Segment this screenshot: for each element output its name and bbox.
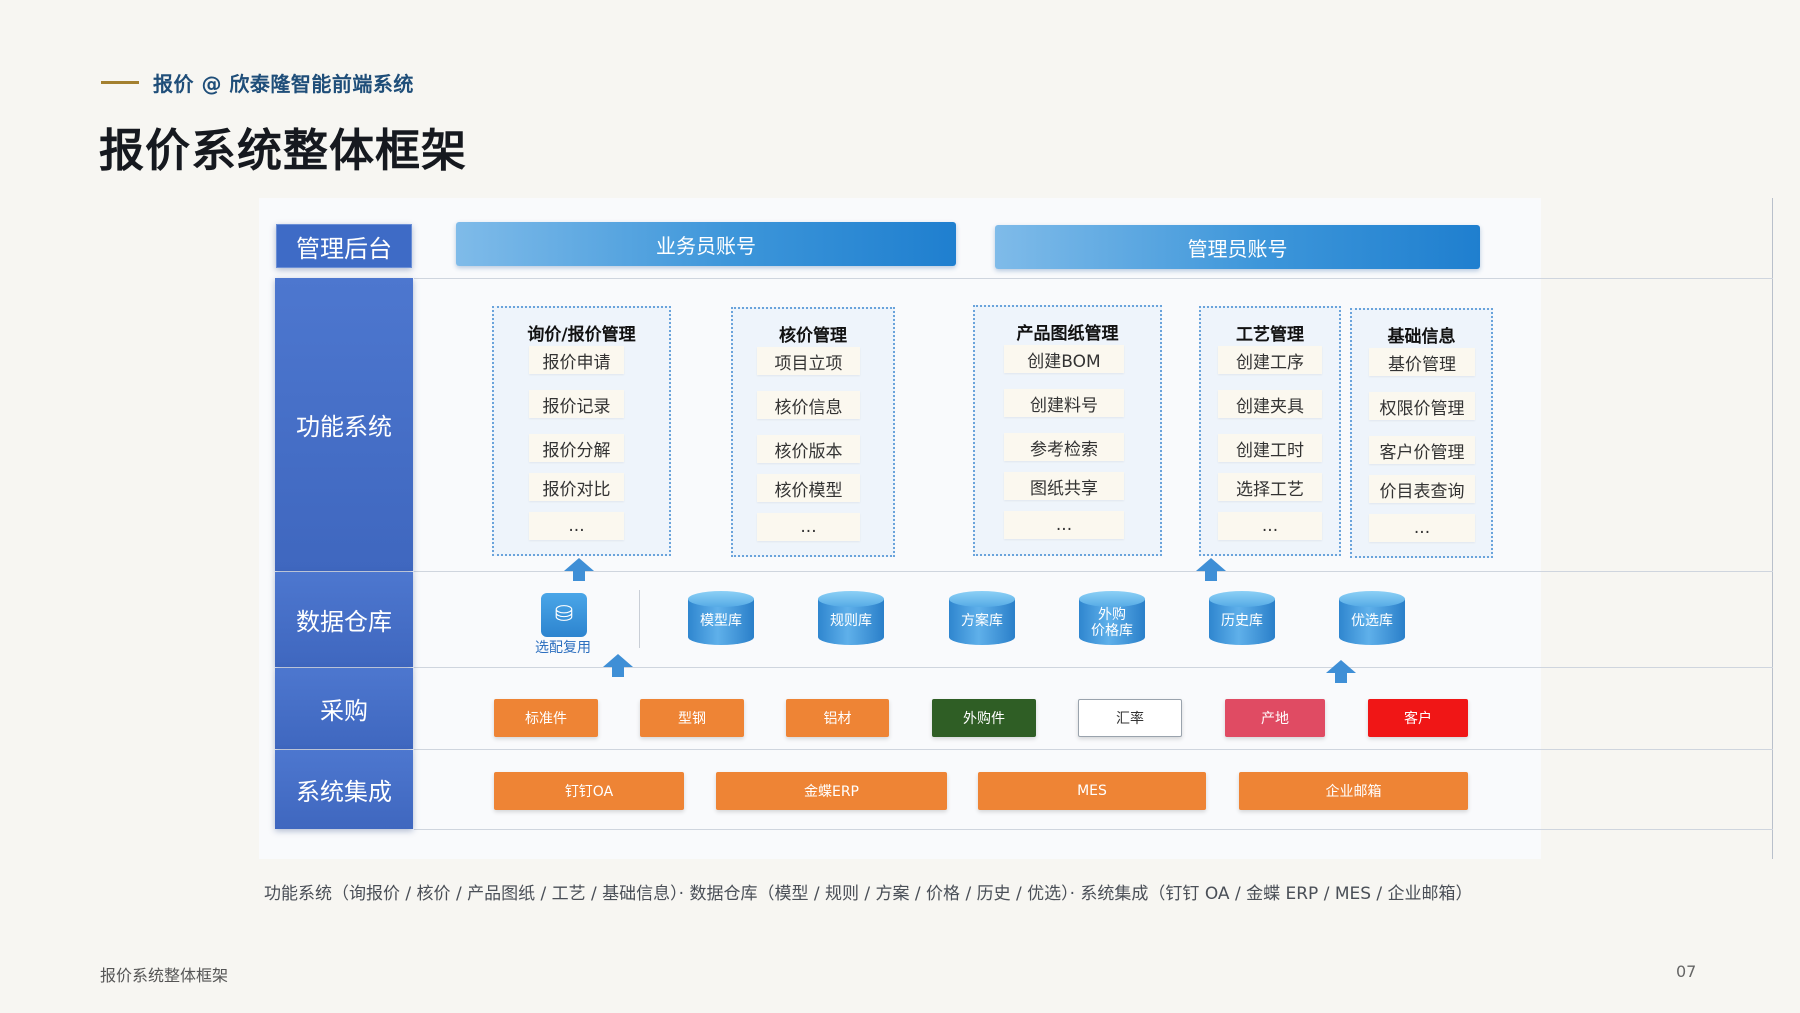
function-item: 报价对比 (529, 473, 624, 501)
database-label: 模型库 (700, 613, 742, 629)
warehouse-separator (639, 590, 640, 648)
function-item: 价目表查询 (1369, 475, 1475, 503)
function-item: 核价模型 (757, 474, 860, 502)
procurement-chip-customer: 客户 (1368, 699, 1468, 737)
database-label: 历史库 (1221, 613, 1263, 629)
function-item: ... (529, 512, 624, 540)
function-item: 报价记录 (529, 390, 624, 418)
reuse-caption: 选配复用 (535, 640, 591, 656)
database-cylinder: 历史库 (1209, 591, 1275, 651)
footer-title: 报价系统整体框架 (100, 966, 229, 985)
function-item: 项目立项 (757, 347, 860, 375)
layer-functions-label: 功能系统 (275, 278, 413, 571)
function-item: ... (1004, 511, 1124, 539)
group-title: 核价管理 (779, 326, 847, 346)
admin-account-bar: 管理员账号 (995, 225, 1480, 269)
database-cylinder: 模型库 (688, 591, 754, 651)
function-item: 图纸共享 (1004, 472, 1124, 500)
divider-line (414, 749, 1773, 750)
framework-diagram: 管理后台 功能系统 数据仓库 采购 系统集成 业务员账号 管理员账号 询价/报价… (259, 198, 1773, 859)
function-item: ... (1369, 514, 1475, 542)
group-quotation: 询价/报价管理 报价申请 报价记录 报价分解 报价对比 ... (492, 306, 671, 556)
database-label: 规则库 (830, 613, 872, 629)
eyebrow-text: 报价 @ 欣泰隆智能前端系统 (153, 72, 414, 96)
divider-line (414, 829, 1773, 830)
database-label: 优选库 (1351, 613, 1393, 629)
integration-email: 企业邮箱 (1239, 772, 1468, 810)
section-eyebrow: 报价 @ 欣泰隆智能前端系统 (101, 68, 414, 97)
integration-kingdee-erp: 金蝶ERP (716, 772, 947, 810)
procurement-chip-exchange-rate: 汇率 (1078, 699, 1182, 737)
page-title: 报价系统整体框架 (99, 124, 468, 177)
function-item: 创建夹具 (1218, 390, 1322, 418)
layer-admin-label: 管理后台 (276, 224, 412, 268)
function-item: 核价版本 (757, 435, 860, 463)
function-item: 创建BOM (1004, 345, 1124, 373)
function-item: 选择工艺 (1218, 473, 1322, 501)
layer-procurement-label: 采购 (275, 668, 413, 749)
function-item: 创建工序 (1218, 346, 1322, 374)
database-cylinder: 优选库 (1339, 591, 1405, 651)
database-label: 方案库 (961, 613, 1003, 629)
integration-dingtalk: 钉钉OA (494, 772, 684, 810)
procurement-chip-standard: 标准件 (494, 699, 598, 737)
group-drawings: 产品图纸管理 创建BOM 创建料号 参考检索 图纸共享 ... (973, 305, 1162, 556)
database-cylinder: 外购 价格库 (1079, 591, 1145, 651)
sales-account-bar: 业务员账号 (456, 222, 956, 266)
procurement-chip-steel: 型钢 (640, 699, 744, 737)
group-title: 询价/报价管理 (527, 325, 636, 345)
function-item: 核价信息 (757, 391, 860, 419)
group-costing: 核价管理 项目立项 核价信息 核价版本 核价模型 ... (731, 307, 895, 557)
function-item: 权限价管理 (1369, 392, 1475, 420)
group-basic-info: 基础信息 基价管理 权限价管理 客户价管理 价目表查询 ... (1350, 308, 1493, 558)
procurement-chip-aluminum: 铝材 (786, 699, 889, 737)
group-process: 工艺管理 创建工序 创建夹具 创建工时 选择工艺 ... (1199, 306, 1341, 556)
function-item: 创建料号 (1004, 389, 1124, 417)
group-title: 工艺管理 (1236, 325, 1304, 345)
page-number: 07 (1676, 962, 1697, 981)
function-item: 客户价管理 (1369, 436, 1475, 464)
layer-integration-label: 系统集成 (275, 750, 413, 829)
procurement-chip-purchased: 外购件 (932, 699, 1036, 737)
function-item: ... (1218, 512, 1322, 540)
database-cylinder: 规则库 (818, 591, 884, 651)
function-item: 创建工时 (1218, 434, 1322, 462)
procurement-chip-origin: 产地 (1225, 699, 1325, 737)
group-title: 基础信息 (1387, 327, 1456, 347)
divider-line (414, 278, 1773, 279)
function-item: ... (757, 513, 860, 541)
integration-mes: MES (978, 772, 1206, 810)
eyebrow-rule (101, 81, 139, 84)
database-reuse-icon: ⛁ (541, 593, 587, 637)
function-item: 报价分解 (529, 434, 624, 462)
group-title: 产品图纸管理 (1016, 324, 1119, 344)
database-label: 外购 价格库 (1091, 607, 1133, 639)
diagram-caption: 功能系统（询报价 / 核价 / 产品图纸 / 工艺 / 基础信息）· 数据仓库（… (264, 884, 1473, 904)
function-item: 参考检索 (1004, 433, 1124, 461)
function-item: 报价申请 (529, 346, 624, 374)
database-cylinder: 方案库 (949, 591, 1015, 651)
function-item: 基价管理 (1369, 348, 1475, 376)
layer-warehouse-label: 数据仓库 (275, 572, 413, 667)
frame-right-border (1772, 198, 1773, 859)
divider-line (414, 571, 1773, 572)
